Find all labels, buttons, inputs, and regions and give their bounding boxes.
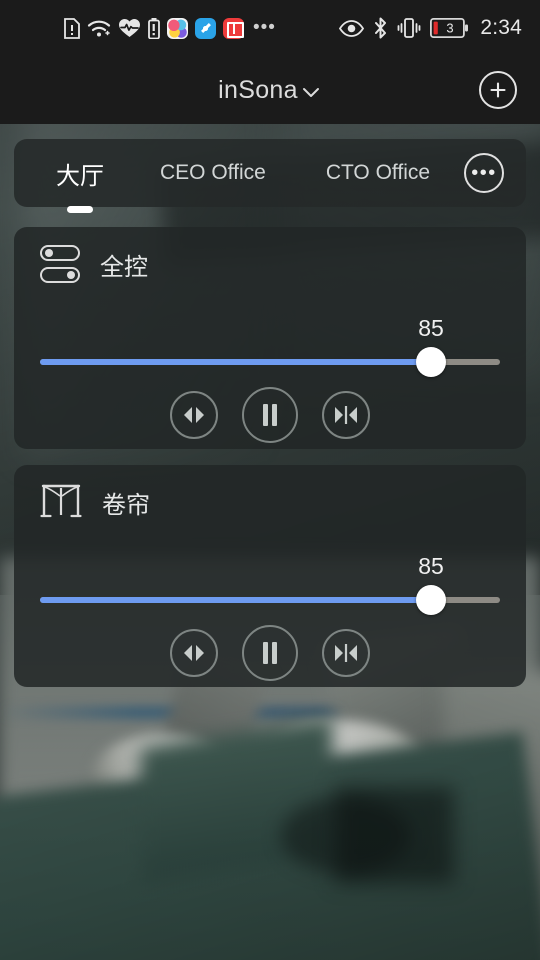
active-tab-indicator [67,205,93,213]
device-card-roller-blind: 卷帘 85 [14,465,526,687]
open-button[interactable] [170,629,218,677]
slider-thumb[interactable] [416,347,446,377]
app-title-bar: inSona [0,56,540,124]
pause-button[interactable] [242,387,298,443]
status-bar-right-icons: 3 2:34 [339,16,522,40]
close-arrows-icon [335,406,357,424]
eye-care-icon [339,19,365,37]
card-title: 全控 [100,253,148,281]
chevron-down-icon [302,88,319,97]
pause-button[interactable] [242,625,298,681]
toggle-switches-icon [40,245,80,283]
slider-thumb[interactable] [416,585,446,615]
app-title-text: inSona [218,75,298,104]
status-bar-left-icons: ••• [64,17,276,39]
ellipsis-icon: ••• [471,162,497,184]
app-screen: ••• 3 2:34 inSona 大厅 CEO Office CTO Offi… [0,0,540,960]
card-title: 卷帘 [102,491,150,519]
battery-level-text: 3 [447,21,454,36]
plus-icon [490,82,506,98]
slider-fill [40,597,431,603]
card-header: 卷帘 [40,483,150,521]
more-icons-overflow: ••• [253,17,276,38]
slider-fill [40,359,431,365]
status-bar-clock: 2:34 [480,16,522,39]
card-controls [14,387,526,443]
home-selector[interactable]: inSona [0,56,540,124]
room-tab-bar: 大厅 CEO Office CTO Office ••• [14,139,526,213]
bluetooth-icon [375,17,387,39]
open-arrows-icon [184,407,204,423]
card-header: 全控 [40,245,148,283]
curtain-icon [40,483,82,521]
tab-label: CTO Office [325,161,431,184]
close-button[interactable] [322,391,370,439]
battery-icon: 3 [430,18,469,38]
open-button[interactable] [170,391,218,439]
open-arrows-icon [184,645,204,661]
slider-value-label: 85 [418,315,444,341]
status-bar: ••• 3 2:34 [0,0,540,56]
more-rooms-button[interactable]: ••• [464,153,504,193]
tab-label: 大厅 [56,162,104,190]
books-app-icon [223,17,244,39]
slider-value-label: 85 [418,553,444,579]
brightness-slider[interactable]: 85 [40,315,500,377]
close-button[interactable] [322,629,370,677]
position-slider[interactable]: 85 [40,553,500,615]
heart-rate-icon [119,19,140,37]
sim-alert-icon [64,17,80,39]
wifi-icon [87,20,111,36]
card-controls [14,625,526,681]
tab-cto-office[interactable]: CTO Office [326,161,430,185]
close-arrows-icon [335,644,357,662]
vibrate-icon [397,18,421,38]
safari-app-icon [195,17,216,39]
photos-app-icon [167,17,188,39]
pause-icon [263,642,277,664]
pause-icon [263,404,277,426]
tab-label: CEO Office [160,161,266,184]
battery-saver-icon [148,17,160,39]
add-device-button[interactable] [479,71,517,109]
device-card-master: 全控 85 [14,227,526,449]
tab-ceo-office[interactable]: CEO Office [160,161,266,185]
tab-da-ting[interactable]: 大厅 [56,156,104,213]
